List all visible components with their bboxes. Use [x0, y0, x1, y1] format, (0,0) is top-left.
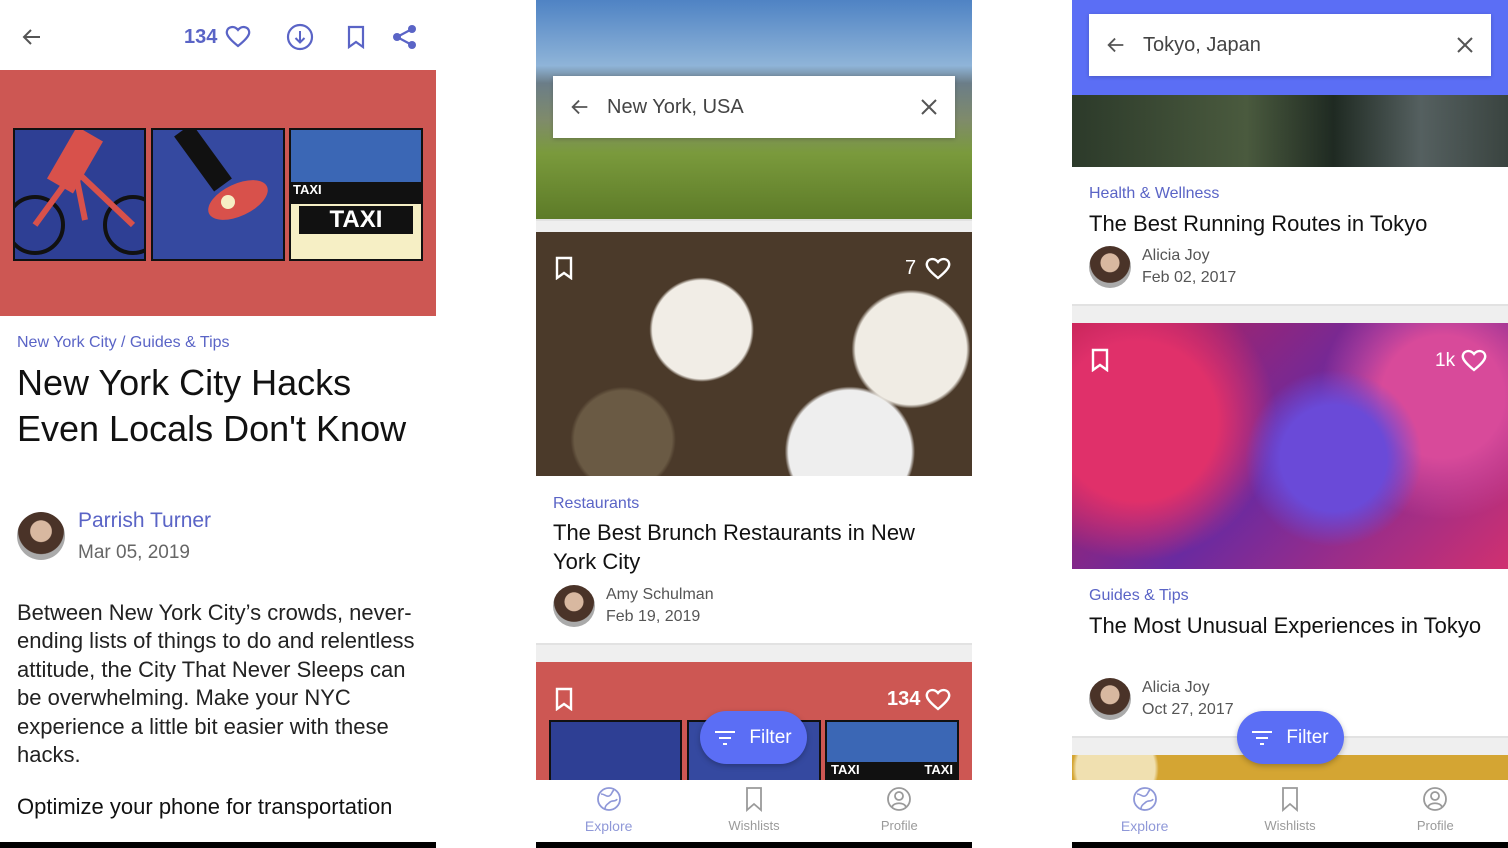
bookmark-icon[interactable] [554, 687, 574, 711]
bookmark-icon[interactable] [554, 256, 574, 280]
system-bar [536, 842, 972, 848]
share-icon[interactable] [392, 24, 418, 50]
nav-explore[interactable]: Explore [536, 780, 681, 842]
like-count: 134 [184, 26, 218, 48]
like-count: 1k [1435, 350, 1456, 371]
card-date: Oct 27, 2017 [1142, 701, 1234, 718]
taxi-illustration: TAXI TAXI [289, 128, 423, 261]
article-category[interactable]: New York City / Guides & Tips [17, 334, 230, 352]
close-icon[interactable] [919, 97, 939, 117]
like-count: 134 [887, 688, 921, 710]
back-arrow-icon[interactable] [569, 96, 591, 118]
back-arrow-icon[interactable] [1105, 34, 1127, 56]
nav-wishlists[interactable]: Wishlists [1217, 780, 1362, 842]
search-input[interactable]: New York, USA [607, 96, 919, 119]
author-avatar [553, 585, 595, 627]
globe-icon [596, 786, 622, 812]
nav-wishlists[interactable]: Wishlists [681, 780, 826, 842]
filter-icon [1252, 730, 1273, 745]
nav-profile[interactable]: Profile [827, 780, 972, 842]
author-avatar [1089, 678, 1131, 720]
heart-icon[interactable] [1461, 348, 1487, 372]
filter-button[interactable]: Filter [1237, 711, 1344, 764]
hero-illustration: TAXI TAXI [0, 70, 436, 316]
nav-profile[interactable]: Profile [1363, 780, 1508, 842]
article-subheading: Optimize your phone for transportation [17, 794, 393, 819]
article-title: New York City Hacks Even Locals Don't Kn… [17, 362, 407, 449]
location-search[interactable]: New York, USA [553, 76, 955, 138]
bookmark-icon [1280, 786, 1300, 812]
card-category[interactable]: Guides & Tips [1089, 587, 1189, 605]
running-card-image[interactable] [1072, 95, 1508, 167]
nyc-explore-screen: New York, USA 7 Restaurants The Best Bru… [536, 0, 972, 848]
card-category[interactable]: Health & Wellness [1089, 185, 1219, 203]
filter-button[interactable]: Filter [700, 711, 807, 764]
profile-icon [886, 786, 912, 812]
bottom-nav: Explore Wishlists Profile [1072, 780, 1508, 842]
card-title[interactable]: The Most Unusual Experiences in Tokyo [1089, 611, 1489, 640]
like-count: 7 [905, 257, 917, 279]
location-search[interactable]: Tokyo, Japan [1089, 14, 1491, 76]
search-input[interactable]: Tokyo, Japan [1143, 34, 1455, 57]
author-avatar [1089, 246, 1131, 288]
author-name[interactable]: Parrish Turner [78, 509, 211, 533]
heart-icon[interactable] [925, 687, 951, 711]
sneaker-illustration [151, 123, 285, 261]
author-name: Alicia Joy [1142, 679, 1210, 696]
article-body: Between New York City’s crowds, never-en… [17, 600, 415, 768]
bottom-nav: Explore Wishlists Profile [536, 780, 972, 842]
author-name: Alicia Joy [1142, 247, 1210, 264]
heart-icon[interactable] [925, 256, 951, 280]
author-avatar[interactable] [17, 512, 65, 560]
bookmark-icon [744, 786, 764, 812]
system-bar [0, 842, 436, 848]
nav-explore[interactable]: Explore [1072, 780, 1217, 842]
close-icon[interactable] [1455, 35, 1475, 55]
card-category[interactable]: Restaurants [553, 495, 639, 513]
article-date: Mar 05, 2019 [78, 542, 190, 563]
download-icon[interactable] [286, 23, 314, 51]
system-bar [1072, 842, 1508, 848]
bicycle-illustration [5, 126, 163, 261]
card-title[interactable]: The Best Running Routes in Tokyo [1089, 209, 1489, 238]
bookmark-icon[interactable] [346, 25, 366, 49]
tokyo-explore-screen: Tokyo, Japan Health & Wellness The Best … [1072, 0, 1508, 848]
back-arrow-icon[interactable] [20, 25, 44, 49]
filter-icon [715, 730, 736, 745]
card-date: Feb 19, 2019 [606, 608, 701, 625]
bookmark-icon[interactable] [1090, 348, 1110, 372]
author-name: Amy Schulman [606, 586, 714, 603]
heart-icon[interactable] [225, 24, 251, 48]
profile-icon [1422, 786, 1448, 812]
card-title[interactable]: The Best Brunch Restaurants in New York … [553, 518, 953, 576]
card-date: Feb 02, 2017 [1142, 269, 1237, 286]
article-screen: 134 TAXI TAXI New York City / Guides & T… [0, 0, 436, 848]
globe-icon [1132, 786, 1158, 812]
